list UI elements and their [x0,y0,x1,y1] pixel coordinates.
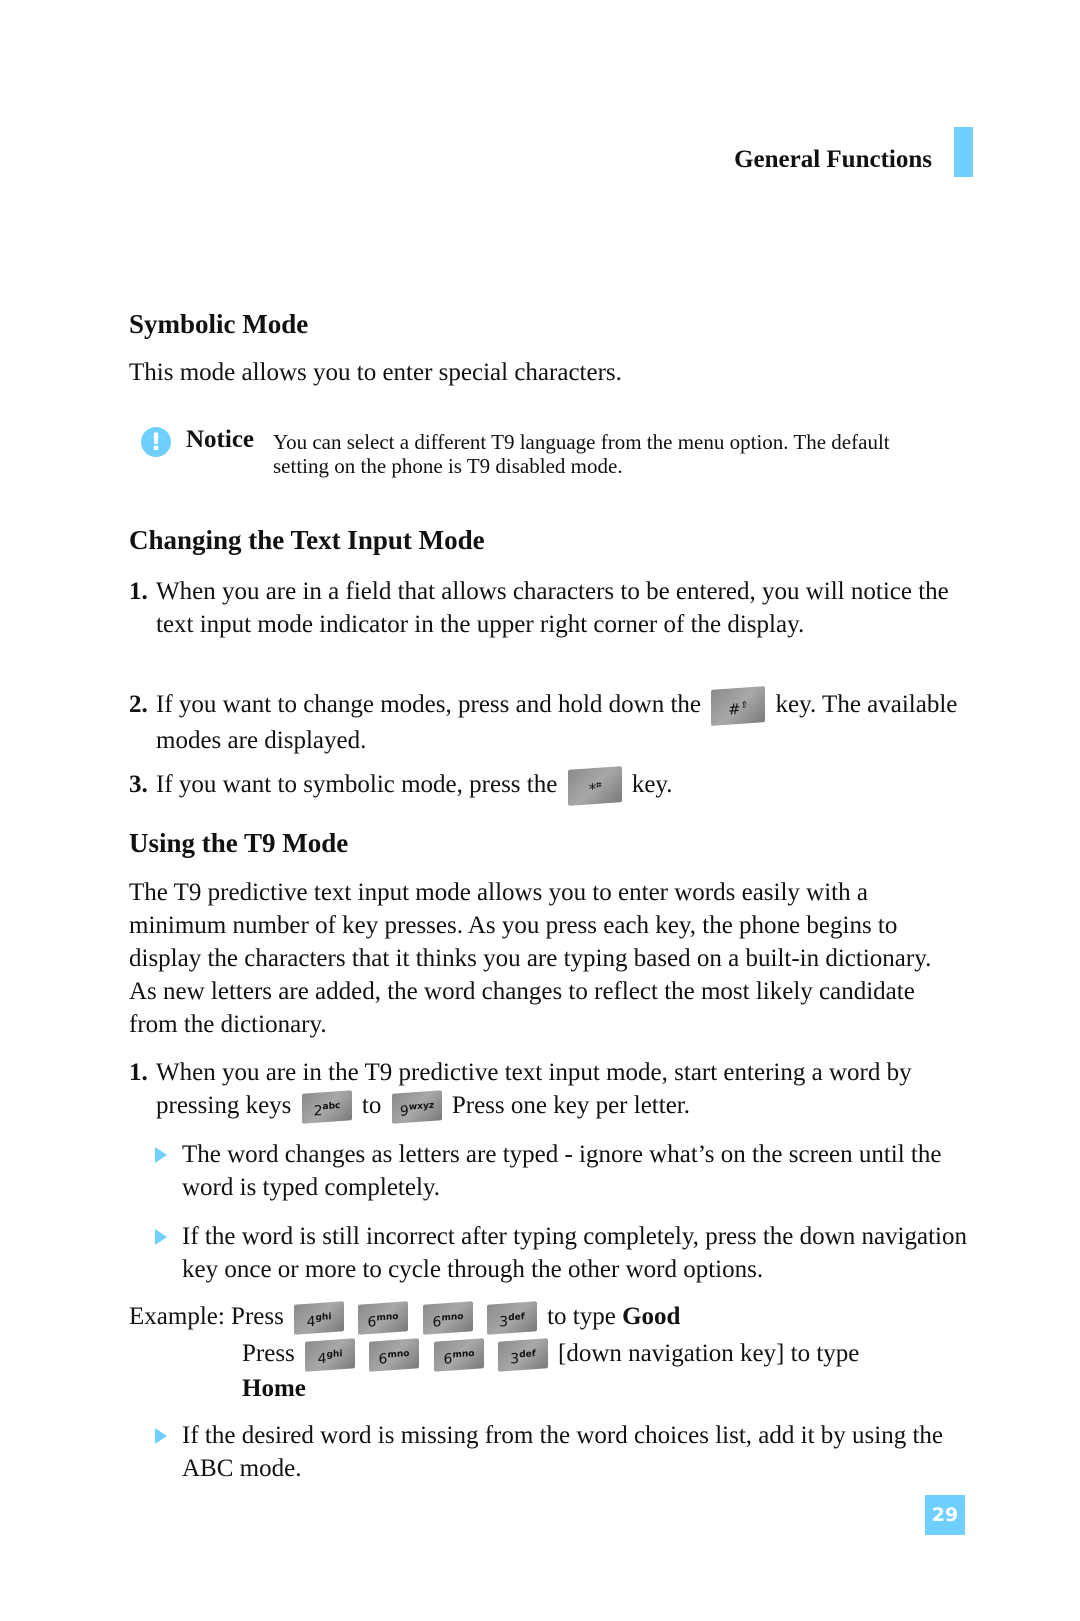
list-number: 1. [129,1059,148,1086]
example-line-1: Example: Press 4ghi 6mno 6mno 3def to ty… [129,1300,681,1336]
section-title: General Functions [734,146,932,173]
page-number-badge: 29 [925,1495,965,1535]
list-number: 2. [129,691,148,718]
list-text: Press one key per letter. [451,1092,690,1119]
bullet-item: If the desired word is missing from the … [155,1419,975,1485]
example-word-home: Home [242,1375,306,1402]
notice-text: You can select a different T9 language f… [273,430,890,478]
list-text: If you want to change modes, press and h… [156,691,702,718]
symbolic-text: This mode allows you to enter special ch… [129,359,622,386]
example-word-good: Good [622,1303,681,1330]
triangle-bullet-icon [155,1229,167,1245]
t9-intro: The T9 predictive text input mode allows… [129,879,932,1038]
bullet-item: The word changes as letters are typed - … [155,1138,975,1204]
exclamation-icon: ! [141,427,171,457]
list-text: When you are in a field that allows char… [156,578,949,638]
heading-symbolic-mode: Symbolic Mode [129,309,309,339]
key-9-icon: 9wxyz [391,1090,442,1125]
example-line-2: Press 4ghi 6mno 6mno 3def [down navigati… [242,1337,859,1373]
key-6-icon: 6mno [422,1301,473,1336]
triangle-bullet-icon [155,1147,167,1163]
key-3-icon: 3def [486,1301,537,1336]
list-text: key. [631,771,673,798]
bullet-item: If the word is still incorrect after typ… [155,1220,975,1286]
key-3-icon: 3def [497,1338,548,1373]
triangle-bullet-icon [155,1428,167,1444]
notice-label: Notice [186,426,255,453]
list-item: 2. If you want to change modes, press an… [129,686,969,757]
list-item: 1. When you are in a field that allows c… [129,575,969,641]
heading-t9-mode: Using the T9 Mode [129,828,349,858]
section-accent-bar [954,127,973,177]
key-4-icon: 4ghi [294,1301,345,1336]
key-4-icon: 4ghi [305,1338,356,1373]
example-label: Example: Press [129,1303,284,1330]
list-item: 1. When you are in the T9 predictive tex… [129,1056,969,1125]
heading-changing-mode: Changing the Text Input Mode [129,525,485,555]
star-key-icon: *⌗ [567,766,622,807]
list-text: If you want to symbolic mode, press the [156,771,558,798]
list-item: 3. If you want to symbolic mode, press t… [129,766,969,807]
list-number: 3. [129,771,148,798]
key-6-icon: 6mno [433,1338,484,1373]
list-number: 1. [129,578,148,605]
key-6-icon: 6mno [369,1338,420,1373]
key-6-icon: 6mno [358,1301,409,1336]
key-2-icon: 2abc [301,1090,352,1125]
hash-key-icon: #⇧ [711,686,766,727]
